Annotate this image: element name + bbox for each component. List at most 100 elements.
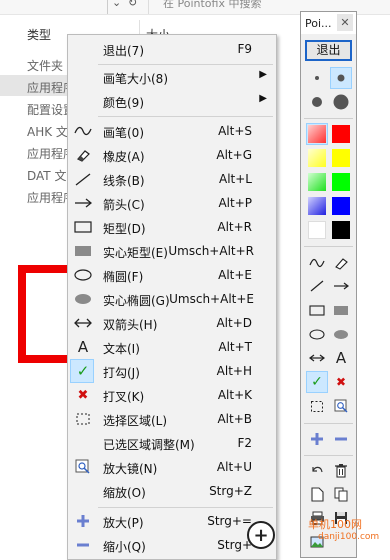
menu-item-pen-size[interactable]: 画笔大小(8) ▶: [68, 65, 276, 89]
color-light-red-button[interactable]: [306, 123, 328, 145]
double-arrow-icon: [74, 315, 92, 331]
menu-item-shortcut: Alt+S: [218, 124, 252, 138]
drawn-rectangle-annotation: [18, 265, 72, 363]
close-button[interactable]: ✕: [337, 14, 353, 31]
color-light-yellow-button[interactable]: [306, 147, 328, 169]
tool-palette: Poi... ✕ 退出 A ✓ ✖: [300, 11, 357, 558]
menu-item-magnifier[interactable]: 放大镜(N) Alt+U: [68, 455, 276, 479]
zoom-out-button[interactable]: [330, 428, 352, 450]
menu-item-shortcut: F2: [237, 436, 252, 450]
cross-tool-button[interactable]: ✖: [330, 371, 352, 393]
double-arrow-tool-button[interactable]: [306, 347, 328, 369]
menu-item-label: 打勾(J): [103, 366, 140, 380]
rectangle-tool-button[interactable]: [306, 299, 328, 321]
color-black-button[interactable]: [330, 219, 352, 241]
menu-item-color[interactable]: 颜色(9) ▶: [68, 89, 276, 113]
menu-item-select-region[interactable]: 选择区域(L) Alt+B: [68, 407, 276, 431]
palette-divider: [304, 246, 353, 247]
palette-titlebar[interactable]: Poi... ✕: [301, 12, 356, 34]
refresh-icon[interactable]: ↻: [128, 0, 137, 9]
filled-rectangle-tool-button[interactable]: [330, 299, 352, 321]
menu-item-label: 文本(I): [103, 342, 140, 356]
toolbar-divider: [107, 0, 108, 14]
palette-divider: [304, 423, 353, 424]
exit-button[interactable]: 退出: [305, 40, 352, 61]
palette-divider: [304, 118, 353, 119]
menu-item-label: 双箭头(H): [103, 318, 158, 332]
filled-ellipse-tool-button[interactable]: [330, 323, 352, 345]
line-icon: [74, 171, 92, 187]
menu-item-checkmark[interactable]: ✓ 打勾(J) Alt+H: [68, 359, 276, 383]
menu-item-filled-rectangle[interactable]: 实心矩型(E) Umsch+Alt+R: [68, 239, 276, 263]
watermark-logo: 单机100网: [308, 518, 362, 531]
search-input[interactable]: 在 Pointofix 中搜索: [148, 0, 298, 14]
pen-size-medium-button[interactable]: [330, 67, 352, 89]
menu-item-shortcut: Alt+E: [218, 268, 252, 282]
pen-tool-button[interactable]: [306, 252, 328, 274]
minus-icon: [74, 537, 92, 553]
trash-icon[interactable]: [330, 459, 352, 481]
add-circle-button[interactable]: +: [247, 521, 275, 549]
menu-item-pen[interactable]: 画笔(0) Alt+S: [68, 119, 276, 143]
checkmark-tool-button[interactable]: ✓: [306, 371, 328, 393]
color-yellow-button[interactable]: [330, 147, 352, 169]
menu-item-zoom-in[interactable]: 放大(P) Strg+=: [68, 509, 276, 533]
menu-item-exit[interactable]: 退出(7) F9: [68, 37, 276, 61]
arrow-tool-button[interactable]: [330, 275, 352, 297]
text-icon: A: [335, 349, 347, 367]
menu-divider: [98, 507, 273, 508]
menu-item-adjust-selection[interactable]: 已选区域调整(M) F2: [68, 431, 276, 455]
menu-item-label: 放大(P): [103, 516, 144, 530]
magnifier-tool-button[interactable]: [330, 395, 352, 417]
color-red-button[interactable]: [330, 123, 352, 145]
copy-icon[interactable]: [330, 483, 352, 505]
pen-size-small-button[interactable]: [306, 67, 328, 89]
filled-rectangle-icon: [74, 243, 92, 259]
menu-item-cross[interactable]: ✖ 打叉(K) Alt+K: [68, 383, 276, 407]
color-light-green-button[interactable]: [306, 171, 328, 193]
menu-item-zoom-out[interactable]: 缩小(Q) Strg+: [68, 533, 276, 557]
menu-item-line[interactable]: 线条(B) Alt+L: [68, 167, 276, 191]
menu-item-label: 打叉(K): [103, 390, 145, 404]
menu-item-arrow[interactable]: 箭头(C) Alt+P: [68, 191, 276, 215]
menu-item-shortcut: Alt+T: [218, 340, 252, 354]
line-tool-button[interactable]: [306, 275, 328, 297]
menu-item-ellipse[interactable]: 椭圆(F) Alt+E: [68, 263, 276, 287]
menu-item-double-arrow[interactable]: 双箭头(H) Alt+D: [68, 311, 276, 335]
menu-item-label: 画笔(0): [103, 126, 144, 140]
column-header-type[interactable]: 类型: [27, 26, 51, 43]
color-blue-button[interactable]: [330, 195, 352, 217]
color-white-button[interactable]: [306, 219, 328, 241]
menu-item-filled-ellipse[interactable]: 实心椭圆(G) Umsch+Alt+E: [68, 287, 276, 311]
menu-item-label: 缩小(Q): [103, 540, 146, 554]
cross-icon: ✖: [77, 387, 89, 403]
menu-item-shortcut: Strg+Z: [209, 484, 252, 498]
menu-item-text[interactable]: A 文本(I) Alt+T: [68, 335, 276, 359]
color-green-button[interactable]: [330, 171, 352, 193]
eraser-tool-button[interactable]: [330, 252, 352, 274]
menu-item-zoom[interactable]: 缩放(O) Strg+Z: [68, 479, 276, 503]
menu-item-rectangle[interactable]: 矩型(D) Alt+R: [68, 215, 276, 239]
color-light-blue-button[interactable]: [306, 195, 328, 217]
list-item[interactable]: 文件夹: [27, 57, 63, 74]
chevron-down-icon[interactable]: ⌄: [112, 0, 121, 9]
new-page-icon[interactable]: [306, 483, 328, 505]
menu-item-shortcut: Strg+=: [207, 514, 252, 528]
zoom-in-button[interactable]: [306, 428, 328, 450]
menu-item-label: 实心矩型(E): [103, 246, 168, 260]
menu-item-shortcut: Strg+: [217, 538, 252, 552]
menu-item-label: 颜色(9): [103, 96, 144, 110]
ellipse-tool-button[interactable]: [306, 323, 328, 345]
pen-size-xlarge-button[interactable]: [330, 91, 352, 113]
context-menu: 退出(7) F9 画笔大小(8) ▶ 颜色(9) ▶ 画笔(0) Alt+S 橡…: [67, 34, 277, 560]
menu-item-label: 椭圆(F): [103, 270, 144, 284]
undo-button[interactable]: [306, 459, 328, 481]
menu-item-label: 放大镜(N): [103, 462, 158, 476]
menu-item-eraser[interactable]: 橡皮(A) Alt+G: [68, 143, 276, 167]
plus-icon: [74, 513, 92, 529]
menu-item-shortcut: Alt+H: [216, 364, 252, 378]
text-icon: A: [77, 338, 89, 356]
select-region-tool-button[interactable]: [306, 395, 328, 417]
pen-size-large-button[interactable]: [306, 91, 328, 113]
text-tool-button[interactable]: A: [330, 347, 352, 369]
